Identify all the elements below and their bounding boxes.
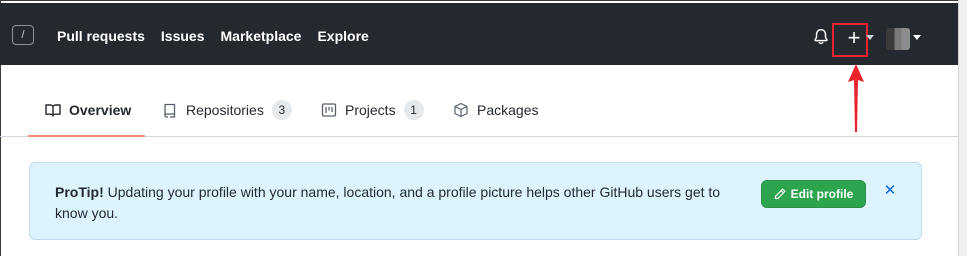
global-nav: Pull requests Issues Marketplace Explore — [57, 27, 385, 45]
book-icon — [45, 104, 61, 117]
edit-profile-label: Edit profile — [790, 187, 854, 201]
nav-issues[interactable]: Issues — [161, 27, 205, 45]
selected-tab-underline — [28, 135, 145, 137]
tab-label: Projects — [345, 102, 396, 118]
protip-text: Updating your profile with your name, lo… — [55, 184, 721, 221]
bell-icon[interactable] — [812, 27, 830, 47]
tab-repositories[interactable]: Repositories 3 — [162, 100, 292, 137]
avatar-chevron-down-icon[interactable] — [913, 35, 921, 40]
chevron-down-icon[interactable] — [866, 35, 874, 40]
package-icon — [454, 102, 468, 118]
pencil-icon — [774, 188, 786, 200]
protip-message: ProTip! Updating your profile with your … — [55, 182, 745, 224]
avatar[interactable] — [886, 28, 910, 50]
top-header: / Pull requests Issues Marketplace Explo… — [0, 3, 958, 65]
scrollbar[interactable] — [958, 0, 967, 256]
counter-badge: 1 — [403, 100, 424, 120]
tab-projects[interactable]: Projects 1 — [321, 100, 424, 137]
tab-label: Overview — [69, 102, 132, 118]
edit-profile-button[interactable]: Edit profile — [761, 180, 866, 208]
close-icon[interactable]: ✕ — [882, 183, 898, 199]
tab-label: Packages — [477, 102, 539, 118]
plus-icon[interactable]: + — [845, 27, 863, 49]
nav-pull-requests[interactable]: Pull requests — [57, 27, 145, 45]
tab-packages[interactable]: Packages — [453, 101, 538, 137]
search-shortcut-key[interactable]: / — [12, 25, 34, 45]
counter-badge: 3 — [271, 100, 292, 120]
repo-icon — [164, 103, 176, 118]
nav-marketplace[interactable]: Marketplace — [221, 27, 302, 45]
project-icon — [321, 103, 337, 117]
protip-flash: ProTip! Updating your profile with your … — [29, 162, 922, 240]
profile-tabs: Overview Repositories 3 Projects 1 Packa… — [0, 65, 958, 137]
nav-explore[interactable]: Explore — [317, 27, 368, 45]
tab-label: Repositories — [186, 102, 264, 118]
tab-overview[interactable]: Overview — [45, 101, 131, 137]
protip-label: ProTip! — [55, 184, 104, 200]
